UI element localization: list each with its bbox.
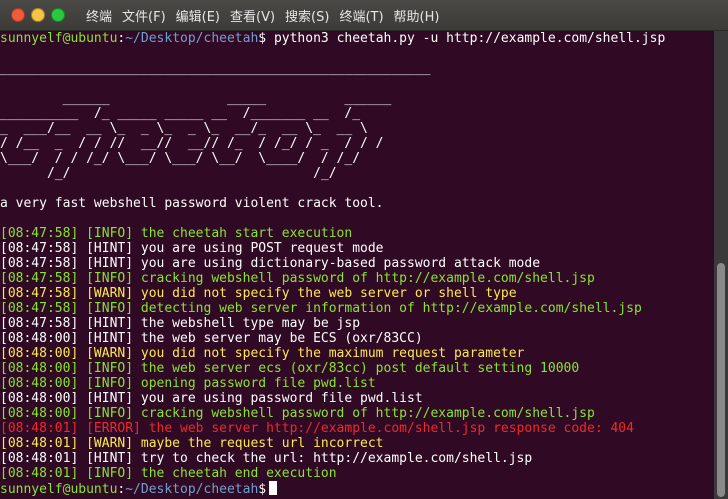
log-line-info: [08:47:58] [INFO] the cheetah start exec…	[0, 226, 353, 241]
banner-art-line: __________ /_ _____ _____ __ /_______ __…	[0, 106, 361, 121]
prompt-symbol: $	[258, 482, 267, 497]
log-line-info: [08:48:00] [INFO] cracking webshell pass…	[0, 406, 595, 421]
menu-view[interactable]: 查看(V)	[230, 6, 275, 25]
scrollbar[interactable]	[714, 31, 728, 499]
maximize-button[interactable]	[51, 8, 65, 22]
log-line-warn: [08:48:00] [WARN] you did not specify th…	[0, 346, 525, 361]
log-line-warn: [08:47:58] [WARN] you did not specify th…	[0, 286, 517, 301]
current-prompt-line: sunnyelf@ubuntu:~/Desktop/cheetah$	[0, 481, 714, 497]
prompt-symbol: $	[258, 31, 267, 46]
log-line-err: [08:48:01] [ERROR] the web server http:/…	[0, 421, 634, 436]
log-line-info: [08:48:01] [INFO] the cheetah end execut…	[0, 466, 337, 481]
terminal-output[interactable]: sunnyelf@ubuntu:~/Desktop/cheetah$ pytho…	[0, 31, 714, 499]
menu-search[interactable]: 搜索(S)	[285, 6, 329, 25]
banner-art-line: \___/ / / /_/ \___/ \___/ \__/ \____/ / …	[0, 151, 361, 166]
log-line-info: [08:47:58] [INFO] cracking webshell pass…	[0, 271, 595, 286]
prompt-path: ~/Desktop/cheetah	[125, 31, 259, 46]
command-text: python3 cheetah.py -u http://example.com…	[266, 31, 666, 46]
menu-bar: 终端 文件(F) 编辑(E) 查看(V) 搜索(S) 终端(T) 帮助(H)	[86, 0, 439, 30]
menu-terminal[interactable]: 终端(T)	[339, 6, 383, 25]
prompt-path: ~/Desktop/cheetah	[125, 482, 259, 497]
log-line-hint: [08:47:58] [HINT] the webshell type may …	[0, 316, 361, 331]
prompt-user-host: sunnyelf@ubuntu	[0, 31, 118, 46]
text-cursor	[269, 481, 278, 495]
banner-tagline: a very fast webshell password violent cr…	[0, 196, 384, 211]
banner-art-line: ______ _____ ______	[0, 91, 392, 106]
log-line-hint: [08:48:00] [HINT] you are using password…	[0, 391, 423, 406]
log-line-info: [08:48:00] [INFO] the web server ecs (ox…	[0, 361, 580, 376]
menu-edit[interactable]: 编辑(E)	[176, 6, 220, 25]
banner-art-line: / /__ _ / / // __// __// /_ / /_/ / _ / …	[0, 136, 384, 151]
menu-help[interactable]: 帮助(H)	[394, 6, 440, 25]
banner-art-line: _ ___/__ __ \_ _ \_ _ \_ __/_ __ \_ __ \	[0, 121, 368, 136]
menu-terminal-app[interactable]: 终端	[86, 6, 112, 25]
scrollbar-thumb[interactable]	[717, 263, 725, 497]
prompt-user-host: sunnyelf@ubuntu	[0, 482, 118, 497]
log-line-info: [08:47:58] [INFO] detecting web server i…	[0, 301, 642, 316]
title-bar: 终端 文件(F) 编辑(E) 查看(V) 搜索(S) 终端(T) 帮助(H)	[0, 0, 728, 31]
menu-file[interactable]: 文件(F)	[122, 6, 166, 25]
log-line-hint: [08:47:58] [HINT] you are using dictiona…	[0, 256, 541, 271]
banner-art-line: /_/ /_/	[0, 166, 337, 181]
log-line-warn: [08:48:01] [WARN] maybe the request url …	[0, 436, 384, 451]
log-line-hint: [08:48:01] [HINT] try to check the url: …	[0, 451, 533, 466]
log-line-hint: [08:48:00] [HINT] the web server may be …	[0, 331, 423, 346]
minimize-button[interactable]	[31, 8, 45, 22]
terminal-window: 终端 文件(F) 编辑(E) 查看(V) 搜索(S) 终端(T) 帮助(H) s…	[0, 0, 728, 499]
log-line-info: [08:48:00] [INFO] opening password file …	[0, 376, 376, 391]
close-button[interactable]	[11, 8, 25, 22]
log-output: [08:47:58] [INFO] the cheetah start exec…	[0, 226, 714, 481]
log-line-hint: [08:47:58] [HINT] you are using POST req…	[0, 241, 384, 256]
banner-rule: ________________________________________…	[0, 61, 431, 76]
command-line: sunnyelf@ubuntu:~/Desktop/cheetah$ pytho…	[0, 31, 714, 46]
